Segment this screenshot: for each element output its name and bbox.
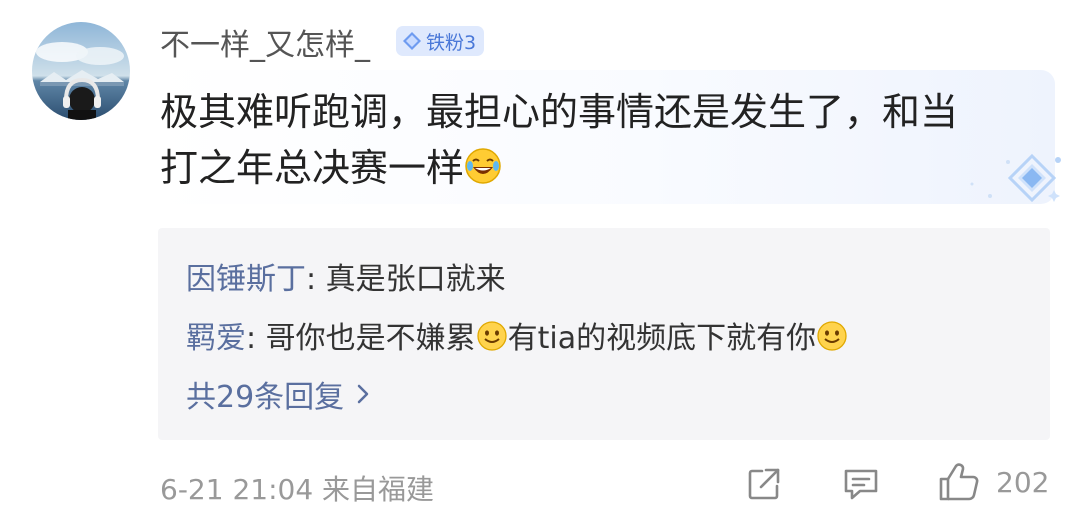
reply-summary-label: 共29条回复 xyxy=(186,380,345,415)
comment-text: 极其难听跑调，最担心的事情还是发生了，和当 打之年总决赛一样 xyxy=(160,84,1040,200)
comment-date: 6-21 21:04 xyxy=(160,473,314,506)
view-all-replies-link[interactable]: 共29条回复 xyxy=(186,372,370,416)
comment-text-line1: 极其难听跑调，最担心的事情还是发生了，和当 xyxy=(160,90,959,134)
diamond-icon xyxy=(403,32,421,50)
comment-text-line2: 打之年总决赛一样 xyxy=(160,146,465,190)
reply-item[interactable]: 羁爱: 哥你也是不嫌累 有tia的视频底下就有你 xyxy=(186,313,848,360)
fan-badge[interactable]: 铁粉3 xyxy=(396,26,485,56)
reply-separator: : xyxy=(246,321,266,356)
reply-author[interactable]: 羁爱 xyxy=(186,321,246,356)
chevron-right-icon xyxy=(357,384,369,404)
reply-author[interactable]: 因锤斯丁 xyxy=(186,262,306,297)
comment-meta: 6-21 21:04 来自福建 xyxy=(160,468,434,508)
share-icon[interactable] xyxy=(746,466,782,506)
comment-author[interactable]: 不一样_又怎样_ xyxy=(160,20,370,64)
comment-location: 来自福建 xyxy=(322,473,435,506)
avatar[interactable] xyxy=(32,22,130,120)
laugh-cry-emoji-icon xyxy=(464,144,502,200)
reply-item[interactable]: 因锤斯丁: 真是张口就来 xyxy=(186,254,506,298)
reply-text: 真是张口就来 xyxy=(325,262,506,297)
comment-icon[interactable] xyxy=(842,466,880,506)
smile-emoji-icon xyxy=(816,320,848,360)
reply-text-part2: 有tia的视频底下就有你 xyxy=(507,321,817,356)
fan-badge-label: 铁粉3 xyxy=(426,31,477,54)
thumbs-up-icon[interactable] xyxy=(938,462,980,506)
smile-emoji-icon xyxy=(476,320,508,360)
reply-text-part1: 哥你也是不嫌累 xyxy=(265,321,476,356)
like-count: 202 xyxy=(996,466,1050,499)
avatar-image xyxy=(32,22,130,120)
reply-separator: : xyxy=(306,262,326,297)
diamond-sparkle-icon xyxy=(960,150,1070,214)
